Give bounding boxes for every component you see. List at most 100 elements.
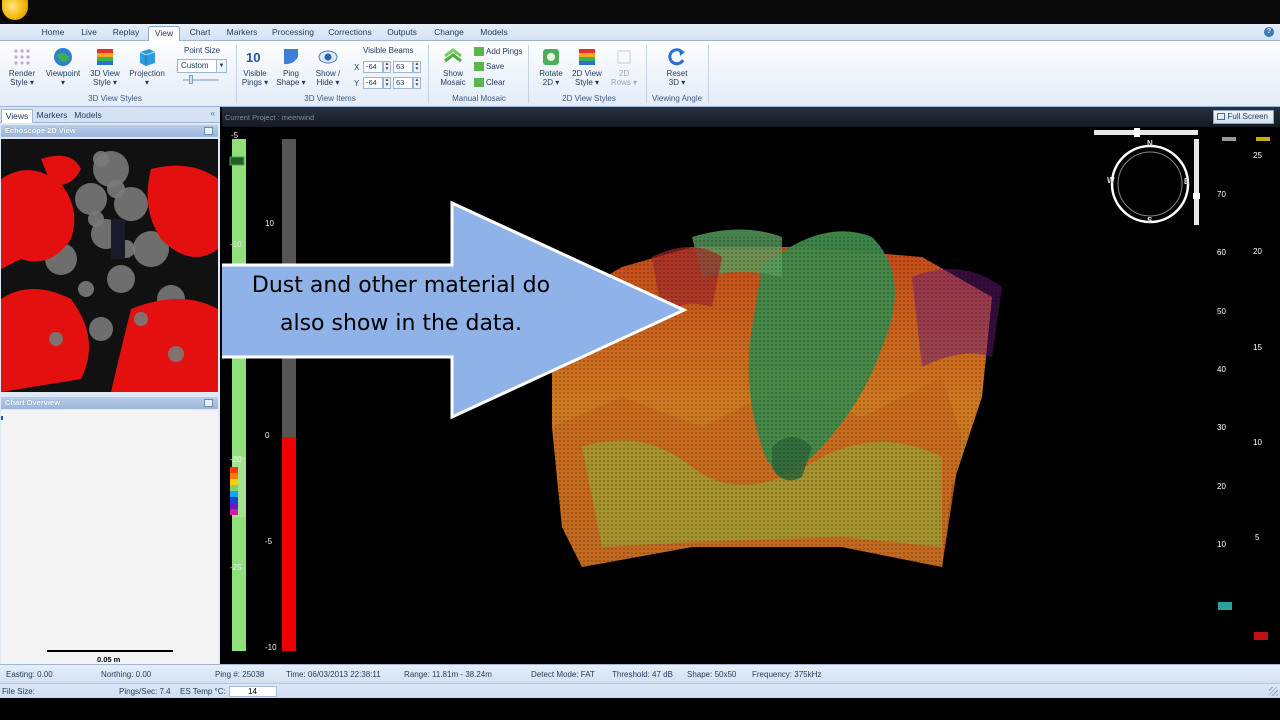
beam-y-from-input[interactable]: -64 xyxy=(363,77,383,89)
reset-3d-button[interactable]: Reset 3D ▾ xyxy=(660,47,694,87)
ping-shape-button[interactable]: Ping Shape ▾ xyxy=(274,47,308,87)
height-tick: 15 xyxy=(1253,343,1262,352)
tab-markers-panel[interactable]: Markers xyxy=(34,109,70,123)
app-menu-orb-icon[interactable] xyxy=(2,0,28,20)
visible-beams-label: Visible Beams xyxy=(363,46,414,55)
clear-label: Clear xyxy=(486,78,506,87)
tab-processing[interactable]: Processing xyxy=(268,26,318,41)
pings-per-sec-status: Pings/Sec: 7.4 xyxy=(119,687,171,696)
globe-icon xyxy=(54,48,72,66)
2d-view-style-label-2: Style ▾ xyxy=(574,78,600,87)
full-screen-icon xyxy=(1216,113,1225,120)
ribbon: Render Style ▾ Viewpoint ▾ 3D View Style… xyxy=(0,41,1280,107)
2d-rows-label-2: Rows ▾ xyxy=(610,78,638,87)
tab-views[interactable]: Views xyxy=(1,109,33,123)
point-cloud-scene[interactable]: -5 -10 -20 -25 10 0 -5 -10 N S E W 70 60… xyxy=(222,127,1280,664)
clear-mosaic-button[interactable]: Clear xyxy=(474,78,506,88)
layers-2d-icon xyxy=(579,49,595,65)
show-hide-button[interactable]: Show / Hide ▾ xyxy=(311,47,345,87)
beam-x-to-input[interactable]: 63 xyxy=(393,61,413,73)
beam-x-to-spinner[interactable]: ▲ ▼ xyxy=(413,61,421,73)
mosaic-icon xyxy=(444,48,462,63)
ribbon-tab-bar: Home Live Replay View Chart Markers Proc… xyxy=(0,24,1280,41)
ping-shape-label-2: Shape ▾ xyxy=(276,78,306,87)
2d-view-style-button[interactable]: 2D View Style ▾ xyxy=(570,47,604,87)
pin-icon[interactable] xyxy=(204,127,213,135)
tab-chart[interactable]: Chart xyxy=(185,26,215,41)
projection-button[interactable]: Projection ▾ xyxy=(126,47,168,87)
depth-tick: -10 xyxy=(230,240,242,249)
chart-overview[interactable]: 0.05 m xyxy=(1,410,218,664)
marker-swatch-teal xyxy=(1218,602,1232,610)
beam-y-to-input[interactable]: 63 xyxy=(393,77,413,89)
layers-3d-icon xyxy=(97,49,113,65)
tab-change[interactable]: Change xyxy=(428,26,470,41)
compass-n-label: N xyxy=(1147,139,1153,148)
es-temp-label: ES Temp °C: xyxy=(180,687,226,696)
compass-w-label: W xyxy=(1107,176,1115,185)
tab-markers[interactable]: Markers xyxy=(222,26,262,41)
northing-status: Northing: 0.00 xyxy=(101,670,152,679)
3d-view-style-button[interactable]: 3D View Style ▾ xyxy=(86,47,124,87)
beam-x-from-input[interactable]: -64 xyxy=(363,61,383,73)
ribbon-separator xyxy=(428,45,429,103)
echoscope-2d-view[interactable] xyxy=(1,139,218,392)
point-cloud-render xyxy=(222,128,1270,651)
full-screen-button[interactable]: Full Screen xyxy=(1212,110,1274,124)
2d-view-style-label-1: 2D View xyxy=(572,69,602,78)
compass-e-label: E xyxy=(1184,177,1190,186)
help-icon[interactable]: ? xyxy=(1264,27,1274,37)
chart-overview-header: Chart Overview xyxy=(1,397,218,409)
save-mosaic-button[interactable]: Save xyxy=(474,62,504,72)
tab-models-panel[interactable]: Models xyxy=(71,109,105,123)
time-status: Time: 06/03/2013 22:38:11 xyxy=(286,670,381,679)
tab-outputs[interactable]: Outputs xyxy=(382,26,422,41)
rotate-2d-button[interactable]: Rotate 2D ▾ xyxy=(534,47,568,87)
2d-rows-button[interactable]: 2D Rows ▾ xyxy=(607,47,641,87)
visible-pings-label-2: Pings ▾ xyxy=(241,78,269,87)
beam-y-from-spinner[interactable]: ▲ ▼ xyxy=(383,77,391,89)
main-3d-view[interactable]: Current Project : meerwind Full Screen -… xyxy=(222,107,1280,664)
show-hide-label-1: Show / xyxy=(315,69,341,78)
tab-corrections[interactable]: Corrections xyxy=(324,26,376,41)
pings-10-icon: 10 xyxy=(246,50,260,65)
status-bar-secondary: File Size: Pings/Sec: 7.4 ES Temp °C: 14 xyxy=(0,683,1280,698)
compass-s-label: S xyxy=(1147,216,1153,225)
callout-line-1: Dust and other material do xyxy=(251,273,551,298)
pin-icon[interactable] xyxy=(204,399,213,407)
show-mosaic-button[interactable]: Show Mosaic xyxy=(436,47,470,87)
tab-view[interactable]: View xyxy=(148,26,180,41)
easting-status: Easting: 0.00 xyxy=(6,670,53,679)
file-size-status: File Size: xyxy=(2,687,35,696)
viewpoint-button[interactable]: Viewpoint ▾ xyxy=(42,47,84,87)
red-bar-tick: -10 xyxy=(265,643,277,652)
point-size-slider[interactable] xyxy=(183,75,219,84)
render-style-button[interactable]: Render Style ▾ xyxy=(4,47,40,87)
visible-pings-button[interactable]: 10 Visible Pings ▾ xyxy=(238,47,272,87)
viewpoint-label-2: ▾ xyxy=(60,78,65,87)
reset-3d-label-2: 3D ▾ xyxy=(668,78,686,87)
point-size-dropdown[interactable]: Custom ▼ xyxy=(177,59,227,73)
beam-x-from-spinner[interactable]: ▲ ▼ xyxy=(383,61,391,73)
tab-home[interactable]: Home xyxy=(36,26,70,41)
eye-icon xyxy=(318,50,338,64)
range-tick: 30 xyxy=(1217,423,1226,432)
add-pings-button[interactable]: Add Pings xyxy=(474,47,522,57)
tab-replay[interactable]: Replay xyxy=(108,26,144,41)
slider-knob[interactable] xyxy=(189,75,193,84)
main-view-header: Current Project : meerwind Full Screen xyxy=(222,107,1280,127)
resize-grip-icon[interactable] xyxy=(1269,687,1278,696)
projection-label-1: Projection xyxy=(129,69,165,78)
render-style-label-1: Render xyxy=(8,69,36,78)
red-bar-tick: 0 xyxy=(265,431,270,440)
tab-live[interactable]: Live xyxy=(76,26,102,41)
save-icon xyxy=(474,62,484,72)
callout-annotation: Dust and other material do also show in … xyxy=(208,267,594,343)
es-temp-field[interactable]: 14 xyxy=(229,686,277,697)
range-status: Range: 11.81m - 38.24m xyxy=(404,670,492,679)
rotate-2d-icon xyxy=(543,49,559,65)
beam-y-to-spinner[interactable]: ▲ ▼ xyxy=(413,77,421,89)
tab-models[interactable]: Models xyxy=(475,26,513,41)
collapse-panel-icon[interactable]: « xyxy=(211,109,215,118)
show-hide-label-2: Hide ▾ xyxy=(316,78,340,87)
